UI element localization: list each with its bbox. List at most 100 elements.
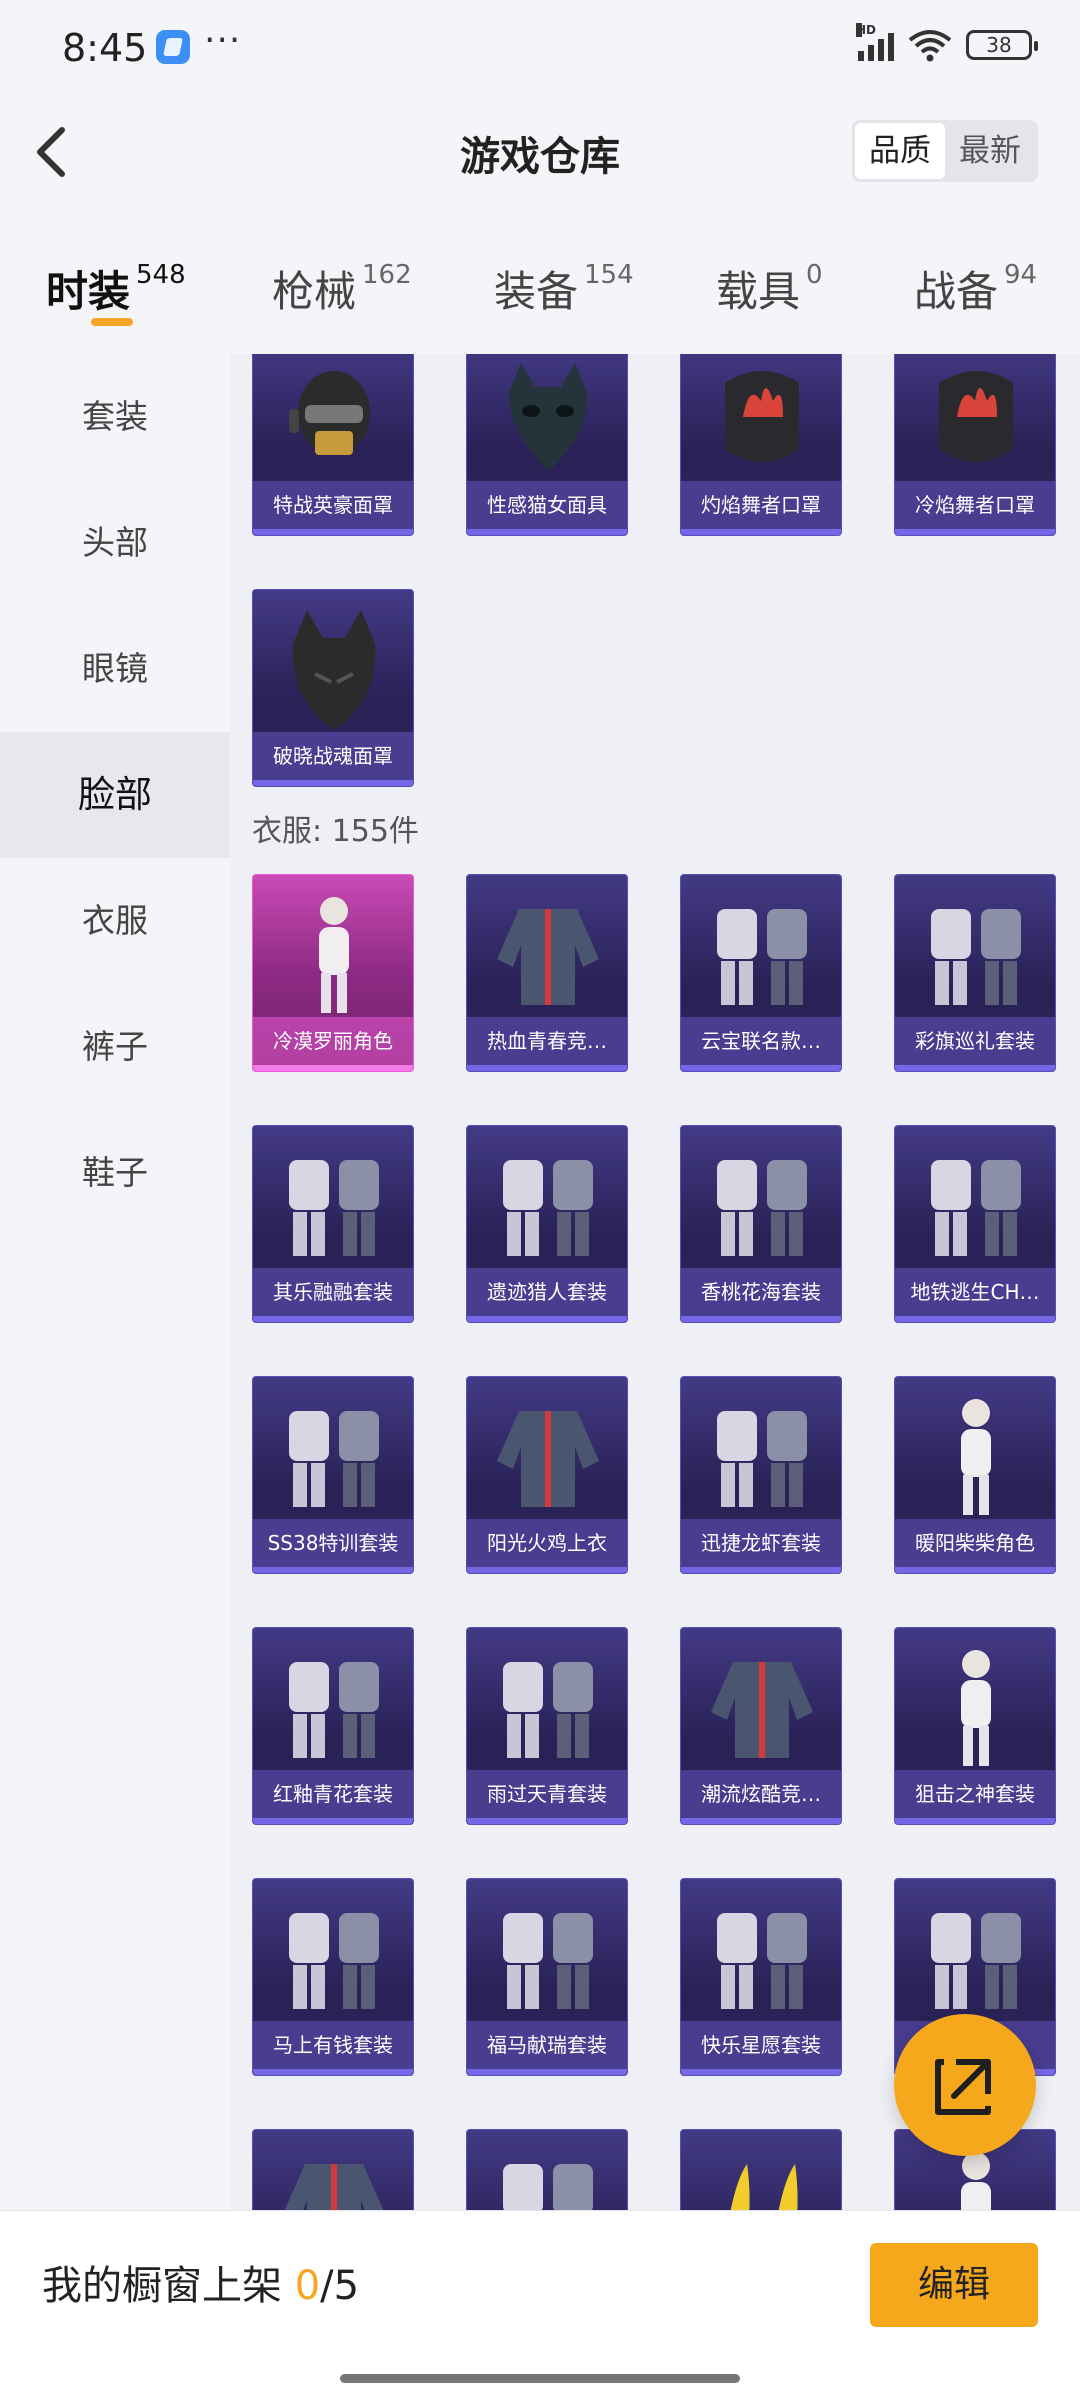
- item-name: 地铁逃生CH…: [895, 1268, 1055, 1316]
- item-name: 迅捷龙虾套装: [681, 1519, 841, 1567]
- sidebar-item-pants[interactable]: 裤子: [0, 984, 230, 1110]
- face-item-card[interactable]: 冷焰舞者口罩: [894, 354, 1056, 536]
- clothes-item-card[interactable]: 迅捷龙虾套装: [680, 1376, 842, 1574]
- face-item-card[interactable]: 特战英豪面罩: [252, 354, 414, 536]
- tab-vehicles[interactable]: 载具 0: [716, 258, 823, 319]
- flame-mask-icon: [725, 371, 799, 462]
- wolf-mask-icon: [292, 610, 376, 730]
- clothes-item-card[interactable]: SS38特训套装: [252, 1376, 414, 1574]
- item-name: 阳光火鸡上衣: [467, 1519, 627, 1567]
- clothes-item-card[interactable]: 马上有钱套装: [252, 1878, 414, 2076]
- sort-toggle: 品质 最新: [852, 120, 1038, 182]
- more-notifications-icon: ···: [204, 20, 242, 61]
- clothes-item-card[interactable]: 阳光火鸡上衣: [466, 1376, 628, 1574]
- item-list[interactable]: 特战英豪面罩 性感猫女面具 灼焰舞者口罩 冷焰舞者口罩 破晓战魂面罩 衣服: 155件 …: [230, 354, 1080, 2210]
- item-name: 灼焰舞者口罩: [681, 481, 841, 529]
- share-button[interactable]: [894, 2014, 1036, 2156]
- outfit-icon: [289, 1662, 379, 1758]
- jacket-icon: [497, 909, 599, 1005]
- tab-label: 载具: [716, 267, 801, 316]
- item-name: 暖阳柴柴角色: [895, 1519, 1055, 1567]
- sidebar-item-glasses[interactable]: 眼镜: [0, 606, 230, 732]
- character-icon: [319, 897, 349, 1013]
- banana-icon: [730, 2164, 798, 2210]
- clothes-item-card[interactable]: 云宝联名款…: [680, 874, 842, 1072]
- jacket-icon: [497, 1411, 599, 1507]
- back-arrow-icon: [37, 127, 65, 177]
- character-icon: [961, 1399, 991, 1515]
- clothes-item-card[interactable]: 雨过天青套装: [466, 1627, 628, 1825]
- item-name: SS38特训套装: [253, 1519, 413, 1567]
- clothes-item-card[interactable]: 热血青春竞…: [466, 874, 628, 1072]
- cellular-signal-icon: HD: [856, 23, 894, 61]
- tab-supplies[interactable]: 战备 94: [914, 258, 1037, 319]
- item-name: 其乐融融套装: [253, 1268, 413, 1316]
- face-item-card[interactable]: 性感猫女面具: [466, 354, 628, 536]
- home-indicator[interactable]: [340, 2374, 740, 2383]
- sidebar: 套装 头部 眼镜 脸部 衣服 裤子 鞋子: [0, 354, 230, 2210]
- tab-weapons[interactable]: 枪械 162: [272, 258, 412, 319]
- outfit-icon: [503, 1662, 593, 1758]
- tab-label: 装备: [494, 267, 579, 316]
- showcase-label: 我的橱窗上架: [42, 2263, 295, 2309]
- clothes-item-card[interactable]: 红釉青花套装: [252, 1627, 414, 1825]
- face-item-card[interactable]: 破晓战魂面罩: [252, 589, 414, 787]
- clothes-item-card[interactable]: 潮流炫酷竞…: [680, 1627, 842, 1825]
- outfit-icon: [717, 1411, 807, 1507]
- face-item-card[interactable]: 灼焰舞者口罩: [680, 354, 842, 536]
- item-name: 冷漠罗丽角色: [253, 1017, 413, 1065]
- clothes-item-card[interactable]: [466, 2129, 628, 2210]
- clothes-item-card[interactable]: 香桃花海套装: [680, 1125, 842, 1323]
- tab-equipment[interactable]: 装备 154: [494, 258, 634, 319]
- tab-label: 战备: [914, 267, 999, 316]
- sidebar-item-sets[interactable]: 套装: [0, 354, 230, 480]
- tab-count: 0: [806, 260, 823, 290]
- face-items-grid: 特战英豪面罩 性感猫女面具 灼焰舞者口罩 冷焰舞者口罩破晓战魂面罩: [252, 354, 1072, 840]
- outfit-icon: [931, 1160, 1021, 1256]
- outfit-icon: [503, 1913, 593, 2009]
- sidebar-item-face[interactable]: 脸部: [0, 732, 230, 858]
- sidebar-item-clothes[interactable]: 衣服: [0, 858, 230, 984]
- item-name: 性感猫女面具: [467, 481, 627, 529]
- sort-quality-option[interactable]: 品质: [855, 123, 945, 179]
- active-tab-indicator: [91, 318, 133, 326]
- clothes-item-card[interactable]: 遗迹猎人套装: [466, 1125, 628, 1323]
- outfit-icon: [289, 1160, 379, 1256]
- wifi-icon: [908, 30, 952, 62]
- clothes-item-card[interactable]: 彩旗巡礼套装: [894, 874, 1056, 1072]
- bottom-bar: 我的橱窗上架 0/5 编辑: [0, 2210, 1080, 2400]
- tab-count: 548: [136, 260, 186, 290]
- outfit-icon: [717, 909, 807, 1005]
- sort-newest-option[interactable]: 最新: [945, 123, 1035, 179]
- clothes-item-card[interactable]: 暖阳柴柴角色: [894, 1376, 1056, 1574]
- outfit-icon: [289, 1411, 379, 1507]
- sidebar-item-head[interactable]: 头部: [0, 480, 230, 606]
- clothes-item-card[interactable]: [252, 2129, 414, 2210]
- item-name: 狙击之神套装: [895, 1770, 1055, 1818]
- clothes-item-card[interactable]: 其乐融融套装: [252, 1125, 414, 1323]
- clothes-item-card[interactable]: 冷漠罗丽角色: [252, 874, 414, 1072]
- back-button[interactable]: [20, 116, 90, 186]
- tab-label: 枪械: [272, 267, 357, 316]
- tab-count: 162: [362, 260, 412, 290]
- showcase-used-count: 0: [294, 2263, 321, 2309]
- tab-fashion[interactable]: 时装 548: [46, 258, 186, 319]
- flame-mask-icon: [939, 371, 1013, 462]
- clothes-item-card[interactable]: 地铁逃生CH…: [894, 1125, 1056, 1323]
- cat-mask-icon: [509, 363, 588, 471]
- item-name: 红釉青花套装: [253, 1770, 413, 1818]
- clothes-item-card[interactable]: 狙击之神套装: [894, 1627, 1056, 1825]
- battery-icon: 38: [966, 30, 1038, 60]
- sidebar-item-shoes[interactable]: 鞋子: [0, 1110, 230, 1236]
- clothes-item-card[interactable]: 快乐星愿套装: [680, 1878, 842, 2076]
- status-time: 8:45: [62, 26, 148, 70]
- clothes-item-card[interactable]: 福马献瑞套装: [466, 1878, 628, 2076]
- outfit-icon: [503, 1160, 593, 1256]
- item-name: 特战英豪面罩: [253, 481, 413, 529]
- clothes-items-grid: 冷漠罗丽角色 热血青春竞… 云宝联名款… 彩旗巡礼套装其乐融融套装 遗迹猎人套装 香桃花海…: [252, 874, 1072, 2210]
- app-notification-icon: [156, 30, 190, 64]
- clothes-item-card[interactable]: [680, 2129, 842, 2210]
- edit-button[interactable]: 编辑: [870, 2243, 1038, 2327]
- jacket-icon: [284, 2164, 384, 2210]
- item-name: 遗迹猎人套装: [467, 1268, 627, 1316]
